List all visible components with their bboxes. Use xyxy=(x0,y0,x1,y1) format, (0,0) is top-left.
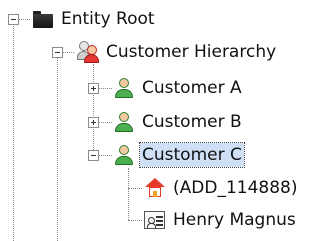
tree-node-customer-c[interactable]: Customer C xyxy=(113,142,245,168)
tree-node-address[interactable]: (ADD_114888) xyxy=(144,175,299,201)
tree-connector-line xyxy=(128,188,142,189)
tree-node-label: (ADD_114888) xyxy=(173,178,298,198)
tree-connector-line xyxy=(62,52,74,53)
person-icon xyxy=(113,144,135,166)
collapse-customer-hierarchy-toggle[interactable] xyxy=(52,47,63,58)
tree-connector-line xyxy=(93,64,94,154)
tree-node-entity-root[interactable]: Entity Root xyxy=(32,6,157,32)
collapse-customer-c-toggle[interactable] xyxy=(88,150,99,161)
tree-connector-line xyxy=(98,155,112,156)
tree-node-customer-b[interactable]: Customer B xyxy=(113,109,244,135)
expand-customer-b-toggle[interactable] xyxy=(88,117,99,128)
tree-node-customer-hierarchy[interactable]: Customer Hierarchy xyxy=(77,39,278,65)
expand-customer-a-toggle[interactable] xyxy=(88,83,99,94)
tree-node-label: Customer A xyxy=(142,78,242,98)
tree-connector-line xyxy=(98,88,112,89)
person-icon xyxy=(113,111,135,133)
tree-node-label: Henry Magnus xyxy=(173,210,296,230)
tree-node-label: Customer B xyxy=(142,112,242,132)
collapse-entity-root-toggle[interactable] xyxy=(8,14,19,25)
tree-connector-line xyxy=(13,20,14,241)
tree-node-label: Customer C xyxy=(139,142,245,168)
house-icon xyxy=(144,177,166,199)
tree-connector-line xyxy=(18,19,30,20)
tree-connector-line xyxy=(98,122,112,123)
person-icon xyxy=(113,77,135,99)
customer-group-icon xyxy=(77,41,99,63)
tree-connector-line xyxy=(128,168,129,220)
entity-tree[interactable]: Entity Root Customer Hierarchy Customer … xyxy=(0,0,336,241)
tree-connector-line xyxy=(57,52,58,241)
tree-node-label: Customer Hierarchy xyxy=(106,42,277,62)
tree-node-contact[interactable]: Henry Magnus xyxy=(144,207,298,233)
tree-node-label: Entity Root xyxy=(61,9,155,29)
tree-connector-line xyxy=(128,220,142,221)
folder-icon xyxy=(32,8,54,30)
contact-card-icon xyxy=(144,209,166,231)
tree-node-customer-a[interactable]: Customer A xyxy=(113,75,244,101)
